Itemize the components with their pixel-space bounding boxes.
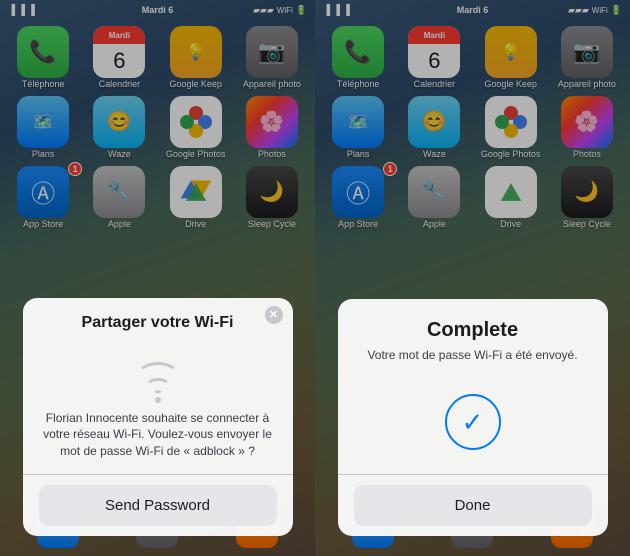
wifi-icon-wrap — [23, 340, 293, 410]
wifi-icon — [128, 350, 188, 400]
overlay-left: ✕ Partager votre Wi-Fi Florian Innocente… — [0, 0, 315, 556]
wifi-dot — [155, 397, 161, 403]
checkmark-icon: ✓ — [462, 407, 484, 438]
overlay-right: Complete Votre mot de passe Wi-Fi a été … — [315, 0, 630, 556]
left-panel: ▐ ▐ ▐ Mardi 6 ▰▰▰ WiFi 🔋 📞 Téléphone Mar… — [0, 0, 315, 556]
checkmark-circle: ✓ — [445, 394, 501, 450]
checkmark-wrap: ✓ — [338, 378, 608, 474]
complete-title: Complete — [338, 299, 608, 348]
done-button[interactable]: Done — [354, 485, 592, 526]
complete-dialog: Complete Votre mot de passe Wi-Fi a été … — [338, 299, 608, 536]
complete-subtitle: Votre mot de passe Wi-Fi a été envoyé. — [338, 348, 608, 378]
done-btn-area: Done — [338, 474, 608, 536]
dialog-body: Florian Innocente souhaite se connecter … — [23, 410, 293, 474]
close-button[interactable]: ✕ — [265, 306, 283, 324]
send-password-button[interactable]: Send Password — [39, 485, 277, 526]
dialog-title: Partager votre Wi-Fi — [23, 298, 293, 340]
dialog-btn-area: Send Password — [23, 474, 293, 536]
dialog-left: ✕ Partager votre Wi-Fi Florian Innocente… — [23, 298, 293, 536]
right-panel: ▐ ▐ ▐ Mardi 6 ▰▰▰ WiFi 🔋 📞 Téléphone Mar… — [315, 0, 630, 556]
